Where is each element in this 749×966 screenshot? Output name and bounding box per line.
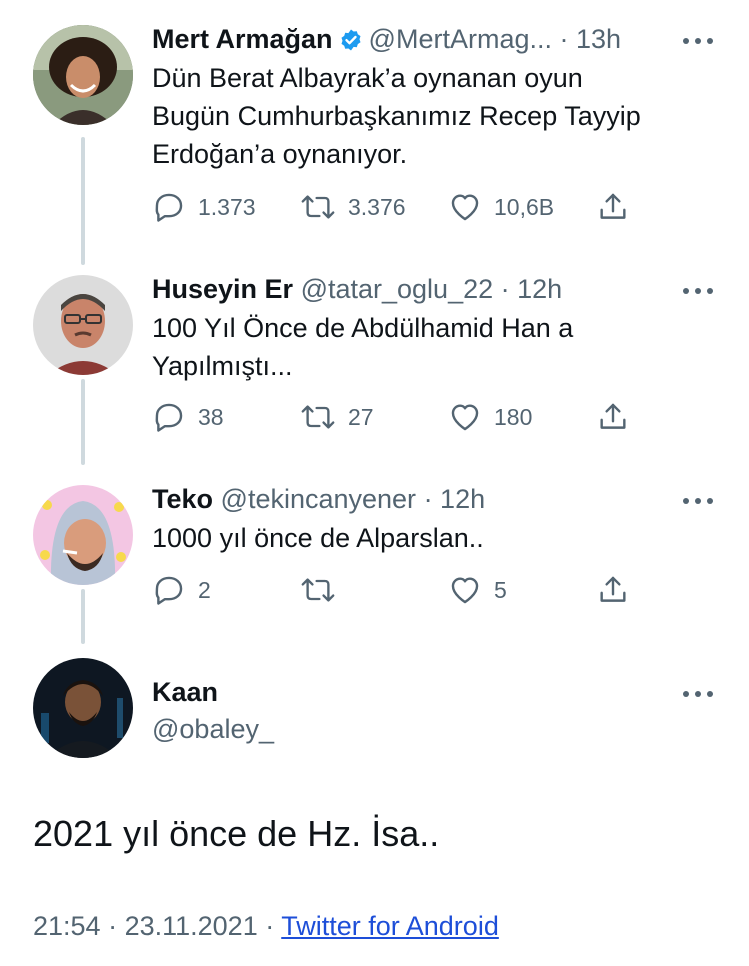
- like-count: 180: [494, 403, 533, 430]
- avatar-photo: [33, 485, 133, 585]
- tweet-text-line: 100 Yıl Önce de Abdülhamid Han a: [152, 313, 574, 343]
- tweet-time[interactable]: 21:54: [33, 911, 101, 941]
- retweet-icon: [301, 405, 335, 429]
- retweet-icon: [301, 195, 335, 219]
- reply-tweet[interactable]: Huseyin Er @tatar_oglu_22 · 12h 100 Yıl …: [0, 260, 749, 470]
- thread-line: [81, 589, 85, 644]
- tweet-time[interactable]: · 12h: [424, 484, 486, 514]
- reply-icon: [155, 576, 183, 605]
- tweet-time[interactable]: · 12h: [501, 274, 563, 304]
- tweet-text-line: Erdoğan’a oynanıyor.: [152, 139, 408, 169]
- author-handle[interactable]: @tatar_oglu_22: [301, 274, 494, 304]
- tweet-source-link[interactable]: Twitter for Android: [281, 911, 499, 941]
- share-button[interactable]: [596, 187, 630, 227]
- retweet-button[interactable]: 27: [300, 397, 374, 437]
- author-name[interactable]: Mert Armağan: [152, 24, 333, 54]
- heart-icon: [451, 404, 479, 431]
- reply-count: 38: [198, 403, 224, 430]
- author-handle[interactable]: @tekincanyener: [221, 484, 417, 514]
- reply-icon: [155, 193, 183, 222]
- avatar-photo: [33, 25, 133, 125]
- share-button[interactable]: [596, 397, 630, 437]
- avatar-photo: [33, 658, 133, 758]
- avatar[interactable]: [33, 275, 133, 375]
- author-handle[interactable]: @MertArmag...: [369, 24, 552, 54]
- tweet-text-line: Bugün Cumhurbaşkanımız Recep Tayyip: [152, 101, 641, 131]
- like-button[interactable]: 180: [448, 397, 532, 437]
- tweet-timestamp: 21:54 · 23.11.2021 · Twitter for Android: [33, 911, 499, 941]
- main-tweet-text: 2021 yıl önce de Hz. İsa..: [33, 813, 440, 854]
- tweet-date[interactable]: 23.11.2021: [125, 911, 258, 941]
- tweet-text-line: 1000 yıl önce de Alparslan..: [152, 523, 484, 553]
- author-handle[interactable]: @obaley_: [152, 714, 274, 744]
- more-options-icon[interactable]: [683, 30, 717, 50]
- more-options-icon[interactable]: [683, 280, 717, 300]
- retweet-count: 3.376: [348, 193, 406, 220]
- author-name[interactable]: Teko: [152, 484, 213, 514]
- reply-count: 2: [198, 576, 211, 603]
- thread-line: [81, 379, 85, 465]
- tweet-time[interactable]: · 13h: [560, 24, 622, 54]
- reply-count: 1.373: [198, 193, 256, 220]
- heart-icon: [451, 577, 479, 604]
- like-button[interactable]: 10,6B: [448, 187, 554, 227]
- retweet-icon: [301, 578, 335, 602]
- avatar[interactable]: [33, 658, 133, 758]
- reply-tweet[interactable]: Teko @tekincanyener · 12h 1000 yıl önce …: [0, 470, 749, 650]
- share-icon: [600, 193, 626, 219]
- share-icon: [600, 576, 626, 602]
- reply-button[interactable]: 1.373: [152, 187, 256, 227]
- like-count: 5: [494, 576, 507, 603]
- like-count: 10,6B: [494, 193, 555, 220]
- reply-button[interactable]: 2: [152, 570, 211, 610]
- reply-icon: [155, 403, 183, 432]
- retweet-count: 27: [348, 403, 374, 430]
- tweet-text-line: Dün Berat Albayrak’a oynanan oyun: [152, 63, 583, 93]
- author-name[interactable]: Kaan: [152, 677, 218, 707]
- heart-icon: [451, 194, 479, 221]
- avatar[interactable]: [33, 25, 133, 125]
- tweet-text-line: Yapılmıştı...: [152, 351, 293, 381]
- reply-button[interactable]: 38: [152, 397, 224, 437]
- more-options-icon[interactable]: [683, 490, 717, 510]
- thread-line: [81, 137, 85, 265]
- verified-badge-icon: [339, 26, 363, 60]
- share-icon: [600, 403, 626, 429]
- avatar-photo: [33, 275, 133, 375]
- like-button[interactable]: 5: [448, 570, 507, 610]
- retweet-button[interactable]: [300, 570, 348, 610]
- reply-tweet[interactable]: Mert Armağan @MertArmag... · 13h Dün Bera…: [0, 0, 749, 265]
- author-name[interactable]: Huseyin Er: [152, 274, 293, 304]
- retweet-button[interactable]: 3.376: [300, 187, 406, 227]
- share-button[interactable]: [596, 570, 630, 610]
- avatar[interactable]: [33, 485, 133, 585]
- more-options-icon[interactable]: [683, 683, 717, 703]
